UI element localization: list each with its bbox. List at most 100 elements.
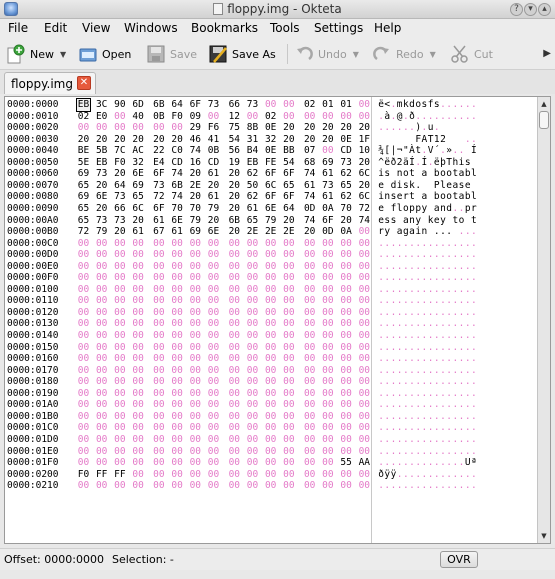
hex-byte[interactable]: 65 (77, 203, 90, 215)
hex-byte[interactable]: 00 (171, 446, 184, 458)
hex-byte[interactable]: 0A (321, 203, 334, 215)
hex-byte[interactable]: 62 (246, 191, 259, 203)
char-row[interactable]: ................ (374, 272, 534, 284)
hex-byte[interactable]: 00 (77, 365, 90, 377)
hex-byte[interactable]: 00 (246, 261, 259, 273)
hex-byte[interactable]: 00 (207, 330, 220, 342)
hex-byte[interactable]: 00 (228, 388, 241, 400)
hex-byte[interactable]: 00 (303, 330, 316, 342)
hex-byte[interactable]: 00 (152, 446, 165, 458)
hex-row[interactable]: 0000:0040 BE 5B 7C AC 22 C0 74 0B 56 B4 0E BB 07 00 CD 1… (5, 145, 371, 157)
char-values[interactable]: ................ (378, 307, 477, 319)
hex-byte[interactable]: 00 (340, 272, 353, 284)
hex-byte[interactable]: 00 (207, 238, 220, 250)
hex-byte[interactable]: 20 (358, 180, 371, 192)
hex-byte[interactable]: 00 (207, 411, 220, 423)
hex-byte[interactable]: 00 (189, 353, 202, 365)
char-values[interactable]: e disk. Please (378, 180, 477, 192)
hex-byte[interactable]: 00 (282, 376, 295, 388)
hex-byte[interactable]: 00 (321, 388, 334, 400)
hex-byte[interactable]: 00 (189, 295, 202, 307)
hex-byte[interactable]: 6B (228, 215, 241, 227)
char-row[interactable]: ................ (374, 434, 534, 446)
char-values[interactable]: ................ (378, 353, 477, 365)
hex-byte[interactable]: 00 (152, 342, 165, 354)
char-values[interactable]: ¾[|¬"Àt.V´.».. Í (378, 145, 477, 157)
hex-byte[interactable]: 00 (303, 342, 316, 354)
char-row[interactable]: ................ (374, 422, 534, 434)
hex-byte[interactable]: 00 (207, 249, 220, 261)
hex-byte[interactable]: 74 (189, 145, 202, 157)
hex-byte[interactable]: 00 (113, 261, 126, 273)
hex-byte[interactable]: 00 (171, 330, 184, 342)
hex-byte[interactable]: 00 (152, 261, 165, 273)
hex-byte[interactable]: 00 (303, 307, 316, 319)
hex-row[interactable]: 0000:00B0 72 79 20 61 67 61 69 6E 20 2E 2E 2E 20 0D 0A 0… (5, 226, 371, 238)
hex-byte[interactable]: CD (171, 157, 184, 169)
hex-byte[interactable]: 00 (189, 399, 202, 411)
hex-byte[interactable]: 00 (132, 330, 145, 342)
hex-byte[interactable]: 73 (321, 180, 334, 192)
char-row[interactable]: ................ (374, 388, 534, 400)
hex-byte[interactable]: 00 (303, 272, 316, 284)
menu-bookmarks[interactable]: Bookmarks (191, 21, 258, 35)
hex-byte[interactable]: 6E (95, 191, 108, 203)
char-row[interactable]: ry again ... ... (374, 226, 534, 238)
hex-byte[interactable]: 00 (113, 111, 126, 123)
char-values[interactable]: insert a bootabl (378, 191, 477, 203)
hex-byte[interactable]: 00 (77, 457, 90, 469)
hex-byte[interactable]: 00 (132, 457, 145, 469)
char-row[interactable]: ................ (374, 480, 534, 492)
char-values[interactable]: ................ (378, 388, 477, 400)
hex-byte[interactable]: 00 (228, 457, 241, 469)
hex-row[interactable]: 0000:0150 00 00 00 00 00 00 00 00 00 00 00 00 00 00 00 0… (5, 342, 371, 354)
char-values[interactable]: ................ (378, 272, 477, 284)
hex-byte[interactable]: 20 (132, 215, 145, 227)
menu-help[interactable]: Help (374, 21, 401, 35)
hex-byte[interactable]: 00 (207, 457, 220, 469)
hex-byte[interactable]: 00 (340, 295, 353, 307)
hex-byte[interactable]: 00 (207, 446, 220, 458)
hex-byte[interactable]: 00 (321, 353, 334, 365)
tab-floppy-img[interactable]: floppy.img ✕ (4, 72, 96, 94)
hex-row[interactable]: 0000:0100 00 00 00 00 00 00 00 00 00 00 00 00 00 00 00 0… (5, 284, 371, 296)
hex-byte[interactable]: 00 (264, 353, 277, 365)
char-values[interactable]: ðÿÿ............. (378, 469, 477, 481)
hex-byte[interactable]: 00 (282, 469, 295, 481)
hex-byte[interactable]: 69 (321, 157, 334, 169)
hex-byte[interactable]: 72 (77, 226, 90, 238)
hex-byte[interactable]: 00 (171, 480, 184, 492)
hex-byte[interactable]: 56 (228, 145, 241, 157)
hex-byte[interactable]: 61 (132, 226, 145, 238)
hex-byte[interactable]: 65 (132, 191, 145, 203)
hex-byte[interactable]: 00 (321, 365, 334, 377)
hex-byte[interactable]: 00 (321, 261, 334, 273)
hex-byte[interactable]: 00 (113, 249, 126, 261)
hex-byte[interactable]: 74 (303, 191, 316, 203)
hex-byte[interactable]: 00 (113, 307, 126, 319)
hex-byte[interactable]: 00 (340, 422, 353, 434)
hex-byte[interactable]: 00 (246, 353, 259, 365)
hex-byte[interactable]: 00 (282, 295, 295, 307)
char-row[interactable]: ................ (374, 411, 534, 423)
hex-byte[interactable]: 70 (189, 203, 202, 215)
hex-byte[interactable]: 0D (303, 203, 316, 215)
hex-byte[interactable]: 00 (246, 307, 259, 319)
hex-byte[interactable]: 00 (189, 249, 202, 261)
hex-byte[interactable]: 00 (321, 376, 334, 388)
hex-byte[interactable]: 6F (152, 168, 165, 180)
hex-byte[interactable]: 00 (207, 376, 220, 388)
hex-byte[interactable]: 02 (264, 111, 277, 123)
hex-byte[interactable]: 00 (189, 411, 202, 423)
hex-row[interactable]: 0000:0090 65 20 66 6C 6F 70 70 79 20 61 6E 64 0D 0A 70 7… (5, 203, 371, 215)
hex-byte[interactable]: 00 (246, 295, 259, 307)
hex-row[interactable]: 0000:0200 F0 FF FF 00 00 00 00 00 00 00 00 00 00 00 00 0… (5, 469, 371, 481)
hex-byte[interactable]: E0 (95, 111, 108, 123)
hex-byte[interactable]: 74 (303, 168, 316, 180)
hex-byte[interactable]: 00 (189, 342, 202, 354)
hex-byte[interactable]: 00 (95, 446, 108, 458)
hex-byte[interactable]: 79 (207, 203, 220, 215)
char-row[interactable]: .à.@.ð.......... (374, 111, 534, 123)
hex-byte[interactable]: 00 (132, 284, 145, 296)
hex-byte[interactable]: 65 (246, 215, 259, 227)
